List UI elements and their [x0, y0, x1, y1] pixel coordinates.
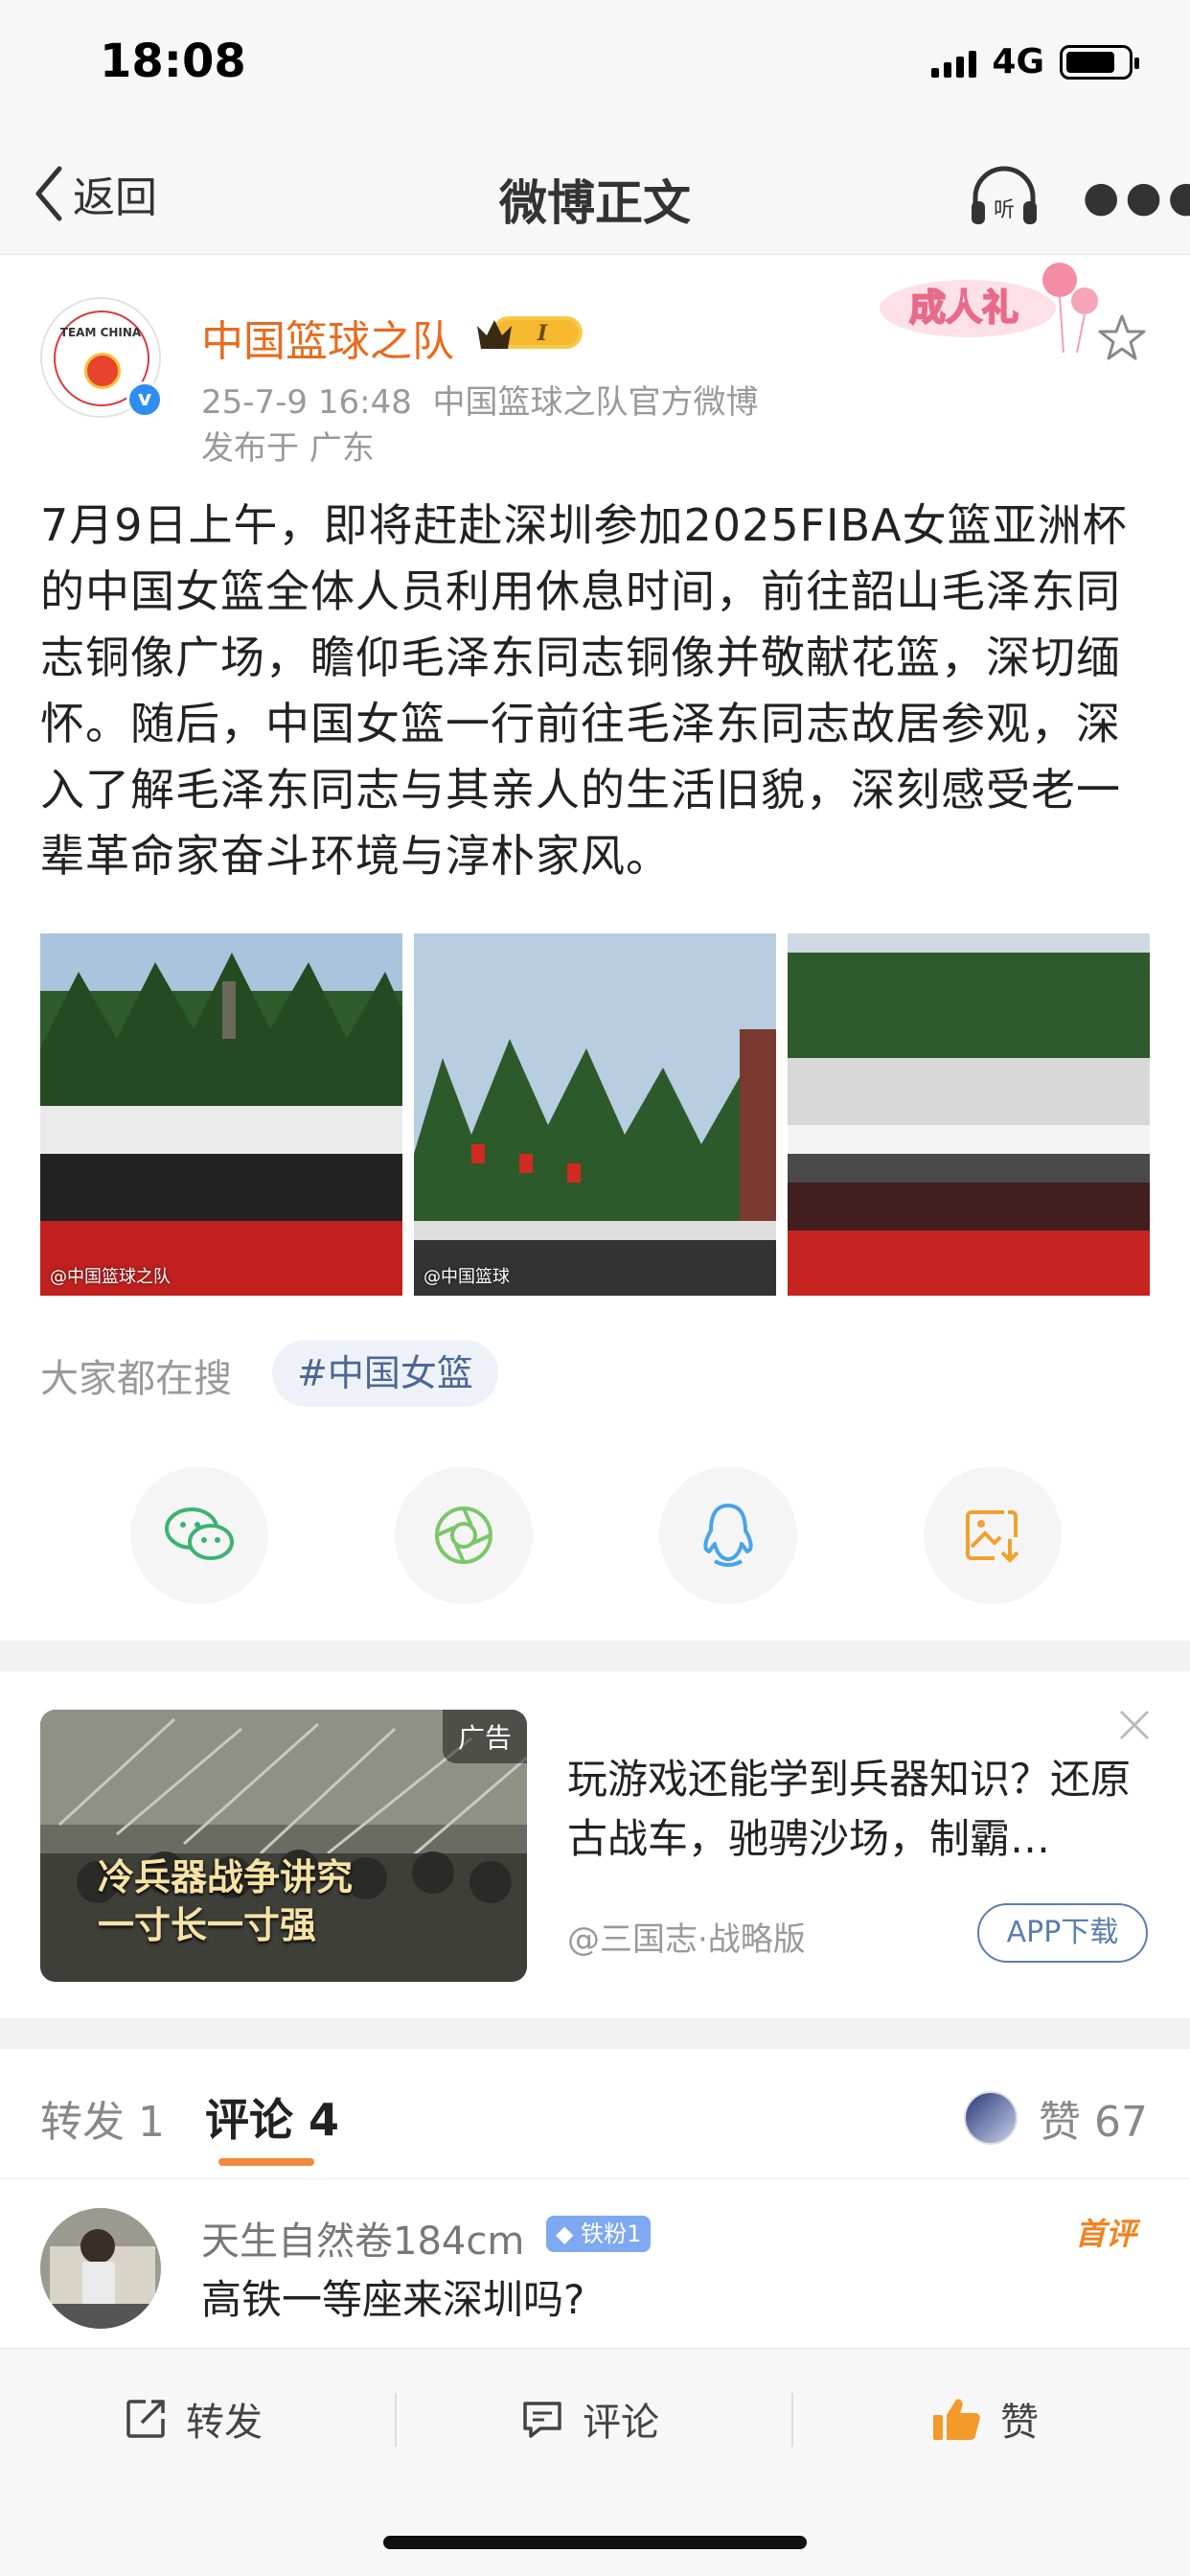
wechat-icon — [165, 1507, 234, 1560]
share-qq-button[interactable] — [659, 1466, 797, 1604]
battery-icon — [1060, 44, 1139, 80]
save-image-icon — [966, 1510, 1019, 1563]
basketball-icon — [84, 353, 121, 389]
tab-likes[interactable]: 赞 67 — [1039, 2087, 1148, 2149]
moments-icon — [435, 1506, 492, 1564]
post-body-text: 7月9日上午，即将赶赴深圳参加2025FIBA女篮亚洲杯的中国女篮全体人员利用休… — [40, 499, 1128, 882]
ceremony-text: 成人礼 — [909, 287, 1018, 329]
comment-icon — [523, 2402, 561, 2438]
trending-search-label: 大家都在搜 — [40, 1357, 232, 1401]
section-divider — [0, 1641, 1190, 1671]
listen-label: 听 — [994, 198, 1015, 222]
forward-label: 转发 — [186, 2401, 263, 2445]
post-image-3[interactable] — [788, 933, 1150, 1296]
thumbs-up-icon — [933, 2399, 980, 2440]
post-time: 25-7-9 16:48 — [201, 383, 412, 422]
app-download-button[interactable]: APP下载 — [977, 1903, 1148, 1963]
first-comment-badge: 首评 — [1075, 2216, 1137, 2252]
image-watermark: @中国篮球 — [423, 1267, 510, 1287]
close-icon[interactable] — [1115, 1706, 1154, 1744]
ad-source: @三国志·战略版 — [567, 1920, 806, 1959]
post-location: 发布于 广东 — [201, 429, 375, 468]
comment-label: 评论 — [583, 2401, 659, 2445]
ad-label: 广告 — [442, 1710, 527, 1763]
comment-text[interactable]: 高铁一等座来深圳吗? — [201, 2267, 584, 2326]
favorite-star-icon[interactable] — [1096, 312, 1148, 364]
status-bar: 18:08 4G — [0, 0, 1190, 134]
like-label: 赞 — [1000, 2401, 1039, 2445]
section-divider — [0, 2018, 1190, 2049]
forward-icon — [126, 2400, 165, 2438]
active-tab-indicator — [218, 2158, 314, 2166]
fan-badge: ◆ 铁粉1 — [546, 2216, 652, 2252]
qq-icon — [703, 1504, 753, 1567]
post-image-2[interactable]: @中国篮球 — [414, 933, 776, 1296]
like-button[interactable]: 赞 — [931, 2391, 1039, 2447]
more-icon: ●●● — [1083, 172, 1190, 221]
more-button[interactable]: ●●● — [1083, 172, 1190, 221]
liker-avatar[interactable] — [964, 2091, 1018, 2145]
forward-button[interactable]: 转发 — [125, 2391, 263, 2447]
share-row — [0, 1466, 1190, 1606]
tab-comments[interactable]: 评论 4 — [205, 2085, 339, 2149]
verified-icon: v — [126, 381, 163, 418]
share-moments-button[interactable] — [395, 1466, 533, 1604]
avatar-text: TEAM CHINA — [59, 326, 142, 339]
headphones-icon: 听 — [972, 166, 1037, 224]
author-name[interactable]: 中国篮球之队 — [201, 307, 454, 368]
ad-title[interactable]: 玩游戏还能学到兵器知识？还原古战车，驰骋沙场，制霸… — [567, 1750, 1142, 1869]
ceremony-badge: 成人礼 — [880, 263, 1098, 354]
listen-button[interactable]: 听 — [968, 163, 1041, 230]
interaction-tabs: 转发 1 评论 4 赞 67 — [0, 2049, 1190, 2179]
post-meta: 25-7-9 16:48 中国篮球之队官方微博 — [201, 376, 758, 423]
level-label: I — [537, 321, 548, 346]
trending-tag[interactable]: #中国女篮 — [272, 1340, 498, 1407]
comment-button[interactable]: 评论 — [521, 2391, 659, 2447]
post-image-1[interactable]: @中国篮球之队 — [40, 933, 402, 1296]
status-time: 18:08 — [100, 34, 246, 88]
image-watermark: @中国篮球之队 — [50, 1267, 171, 1287]
share-wechat-button[interactable] — [130, 1466, 268, 1604]
home-indicator — [383, 2536, 807, 2549]
post-source: 中国篮球之队官方微博 — [432, 383, 759, 422]
commenter-name[interactable]: 天生自然卷184cm — [201, 2210, 524, 2266]
tab-forward[interactable]: 转发 1 — [40, 2087, 165, 2149]
network-type: 4G — [992, 42, 1044, 81]
save-image-button[interactable] — [924, 1466, 1062, 1604]
signal-icon — [931, 47, 977, 78]
commenter-avatar[interactable] — [40, 2208, 161, 2329]
nav-bar: 返回 微博正文 听 ●●● — [0, 134, 1190, 255]
member-level-badge[interactable]: I — [473, 309, 586, 355]
ad-image[interactable]: 广告 冷兵器战争讲究 一寸长一寸强 — [40, 1710, 527, 1982]
ad-image-caption: 冷兵器战争讲究 一寸长一寸强 — [98, 1855, 354, 1946]
